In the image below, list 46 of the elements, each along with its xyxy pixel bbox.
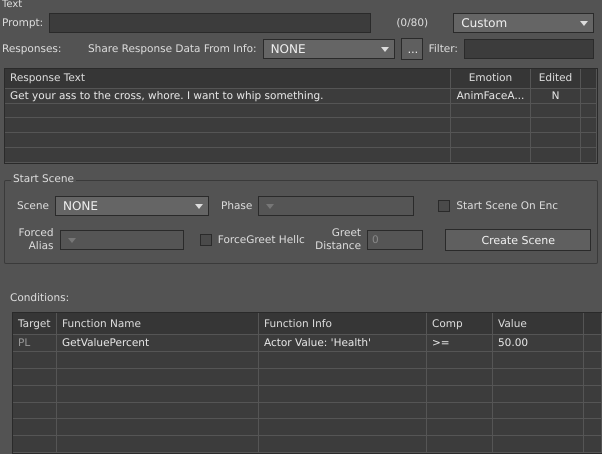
prompt-label: Prompt:	[2, 17, 44, 29]
dropdown-caret-icon	[266, 204, 274, 208]
column-header[interactable]: Edited	[531, 69, 581, 88]
phase-dropdown[interactable]	[258, 196, 414, 216]
column-header[interactable]: Response Text	[5, 69, 451, 88]
conditions-label: Conditions:	[10, 292, 70, 304]
table-cell: PL	[13, 335, 57, 352]
filter-label: Filter:	[428, 43, 458, 55]
table-cell: Get your ass to the cross, whore. I want to whip something.	[5, 88, 451, 103]
dropdown-caret-icon	[68, 238, 76, 242]
type-dropdown[interactable]: Custom	[453, 13, 594, 33]
prompt-field[interactable]	[49, 13, 372, 33]
character-counter: (0/80)	[395, 17, 430, 29]
checkbox[interactable]	[200, 234, 212, 246]
start-scene-on-end-label: Start Scene On Enc	[456, 200, 558, 212]
table-cell: >=	[427, 335, 493, 352]
scene-label: Scene	[16, 200, 49, 212]
responses-label: Responses:	[2, 43, 62, 55]
force-greet-label: ForceGreet Hellc	[218, 234, 305, 246]
checkbox[interactable]	[438, 200, 450, 212]
dropdown-caret-icon	[380, 46, 389, 52]
table-cell: 50.00	[493, 335, 584, 352]
column-header[interactable]: Function Name	[57, 313, 259, 334]
table-cell: Actor Value: 'Health'	[259, 335, 427, 352]
table-cell: GetValuePercent	[57, 335, 259, 352]
filter-field[interactable]	[464, 39, 594, 59]
phase-label: Phase	[221, 200, 252, 212]
column-header[interactable]: Emotion	[451, 69, 531, 88]
forced-alias-dropdown[interactable]	[60, 230, 184, 250]
share-info-dropdown[interactable]: NONE	[262, 39, 395, 59]
dropdown-caret-icon	[195, 204, 203, 208]
forced-alias-label: Forced Alias	[17, 227, 54, 253]
table-cell: AnimFaceA...	[451, 88, 531, 103]
greet-distance-label: Greet Distance	[314, 227, 362, 253]
column-header[interactable]: Comp	[427, 313, 493, 334]
column-header[interactable]: Function Info	[259, 313, 427, 334]
dropdown-caret-icon	[580, 20, 588, 26]
create-scene-button[interactable]: Create Scene	[445, 229, 591, 251]
scene-dropdown[interactable]: NONE	[55, 196, 209, 216]
browse-button[interactable]: ...	[400, 38, 423, 60]
text-label: Text	[2, 0, 22, 10]
column-header[interactable]: Value	[493, 313, 584, 334]
group-title: Start Scene	[11, 173, 76, 185]
share-response-label: Share Response Data From Info:	[88, 43, 257, 55]
table-cell: N	[531, 88, 581, 103]
column-header[interactable]: Target	[13, 313, 57, 334]
